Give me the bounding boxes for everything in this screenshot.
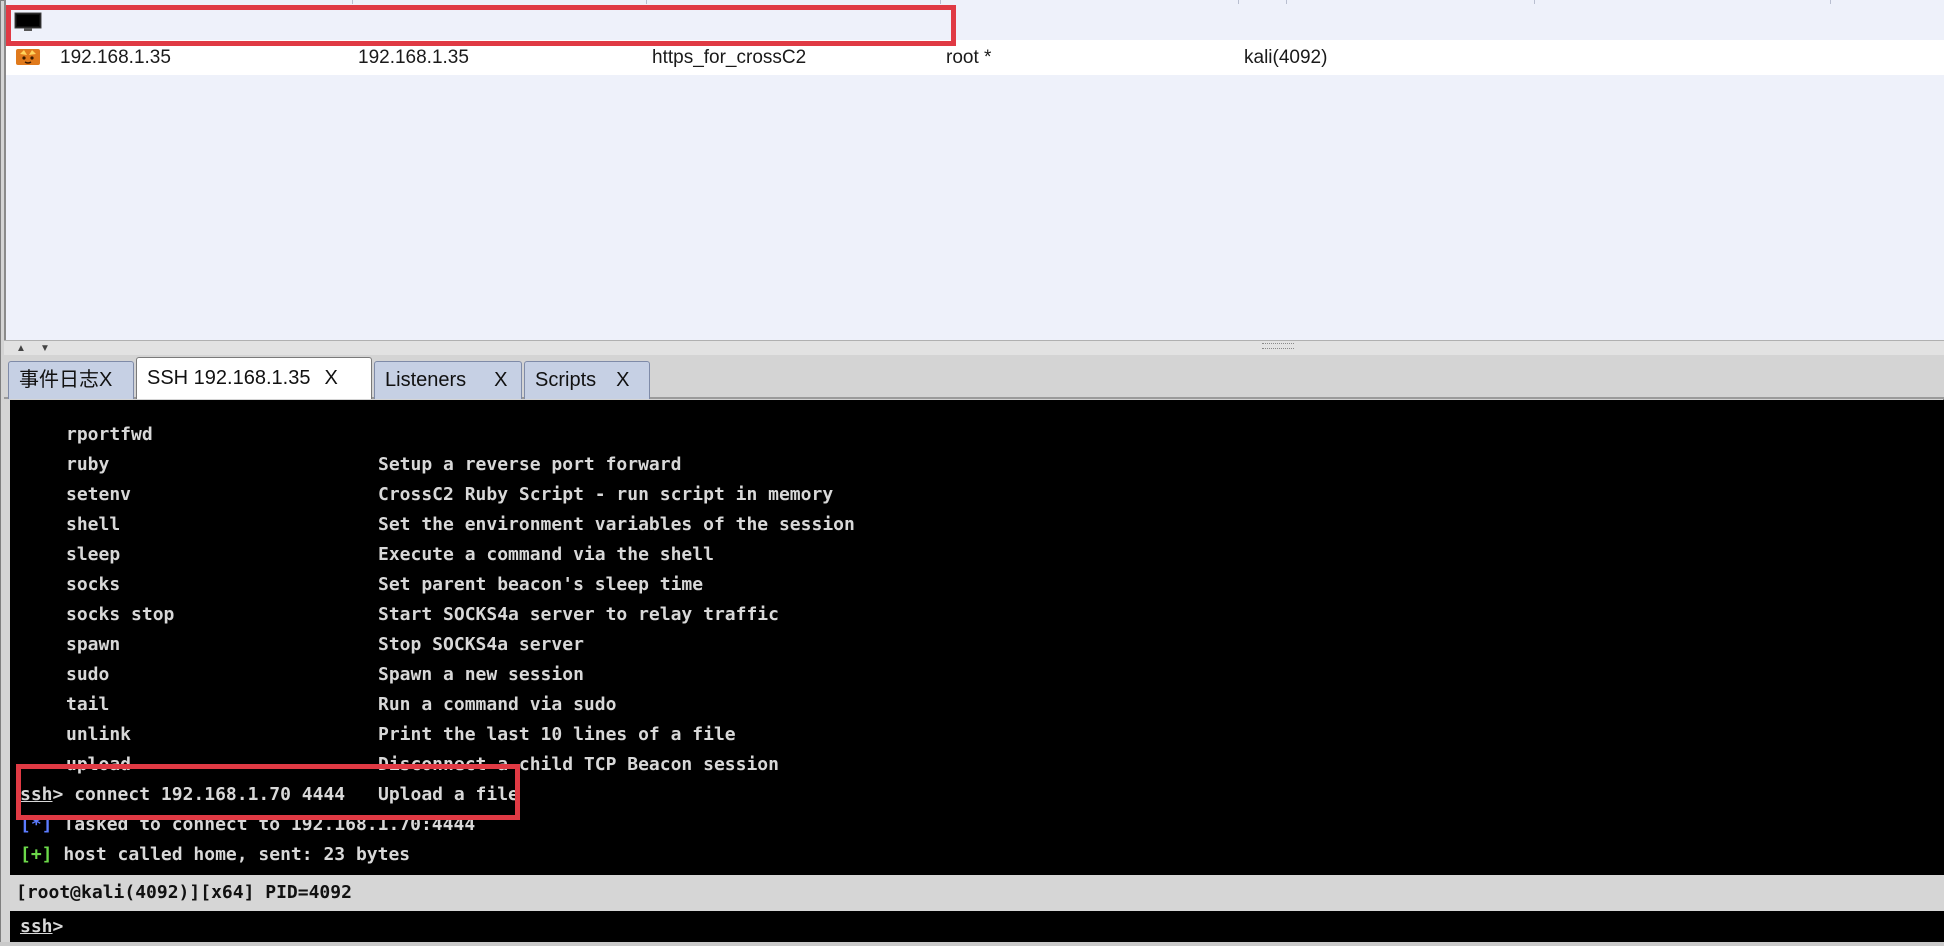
output-line: [*] Tasked to connect to 192.168.1.70:44… xyxy=(20,810,475,840)
help-description: Disconnect a child TCP Beacon session xyxy=(378,754,779,775)
panel-splitter[interactable]: ▲ ▼ xyxy=(4,340,1944,355)
tab-listeners[interactable]: Listeners X xyxy=(374,361,522,399)
tab-scripts[interactable]: Scripts X xyxy=(524,361,650,399)
help-row: setenv Set the environment variables of … xyxy=(10,450,855,535)
help-row: unlink Disconnect a child TCP Beacon ses… xyxy=(10,690,779,775)
column-separator[interactable] xyxy=(646,0,647,4)
column-separator[interactable] xyxy=(1534,0,1535,4)
output-line: [+] host called home, sent: 23 bytes xyxy=(20,840,410,870)
collapse-down-icon[interactable]: ▼ xyxy=(40,343,50,354)
help-description: Set the environment variables of the ses… xyxy=(378,514,855,535)
help-row: socks stop Stop SOCKS4a server xyxy=(10,570,584,655)
help-description: Start SOCKS4a server to relay traffic xyxy=(378,604,779,625)
tab-ssh-session[interactable]: SSH 192.168.1.35 X xyxy=(136,357,372,399)
prompt-label: ssh xyxy=(20,784,53,805)
help-row: shell Execute a command via the shell xyxy=(10,480,714,565)
entered-command: connect 192.168.1.70 4444 xyxy=(63,784,346,805)
session-status-bar: [root@kali(4092)][x64] PID=4092 xyxy=(10,875,1944,911)
console-output[interactable]: rportfwd Setup a reverse port forward ru… xyxy=(10,400,1944,875)
table-row[interactable]: 192.168.1.35 192.168.1.35 https_for_cros… xyxy=(6,40,1944,75)
column-separator[interactable] xyxy=(1286,0,1287,4)
tab-close-icon[interactable]: X xyxy=(494,369,507,391)
help-description: Run a command via sudo xyxy=(378,694,617,715)
tab-label: SSH 192.168.1.35 xyxy=(147,367,311,389)
cell-internal: 192.168.1.35 xyxy=(358,47,469,68)
column-separator[interactable] xyxy=(1238,0,1239,4)
help-command: tail xyxy=(66,694,110,715)
column-separator[interactable] xyxy=(940,0,941,4)
tab-label: Scripts xyxy=(535,369,597,391)
splitter-grip-icon[interactable] xyxy=(1262,343,1294,349)
status-text: [root@kali(4092)][x64] PID=4092 xyxy=(16,882,352,903)
help-command: socks xyxy=(66,574,121,595)
help-command: setenv xyxy=(66,484,132,505)
help-command: shell xyxy=(66,514,121,535)
help-row: sudo Run a command via sudo xyxy=(10,630,616,715)
tab-close-icon[interactable]: X xyxy=(99,369,112,391)
help-description: Setup a reverse port forward xyxy=(378,454,682,475)
help-description: Stop SOCKS4a server xyxy=(378,634,584,655)
column-separator[interactable] xyxy=(1830,0,1831,4)
help-command: spawn xyxy=(66,634,121,655)
command-input[interactable]: ssh> xyxy=(10,911,1944,942)
help-row: spawn Spawn a new session xyxy=(10,600,584,685)
help-command: socks stop xyxy=(66,604,175,625)
help-command: rportfwd xyxy=(66,424,153,445)
help-description: Set parent beacon's sleep time xyxy=(378,574,704,595)
help-description: Upload a file xyxy=(378,784,519,805)
window-bottom-edge xyxy=(0,942,1944,946)
help-command: ruby xyxy=(66,454,110,475)
monitor-icon xyxy=(14,11,44,33)
tab-label: 事件日志 xyxy=(19,369,99,391)
tab-event-log[interactable]: 事件日志X xyxy=(8,361,134,399)
cell-user: root * xyxy=(946,47,992,68)
help-row: rportfwd Setup a reverse port forward xyxy=(10,400,681,475)
help-row: upload Upload a file xyxy=(10,720,519,805)
input-prompt-separator: > xyxy=(52,916,64,937)
info-tag: [*] xyxy=(20,814,53,835)
column-separator[interactable] xyxy=(352,0,353,4)
help-command: sleep xyxy=(66,544,121,565)
fox-session-icon xyxy=(14,46,44,68)
help-description: Spawn a new session xyxy=(378,664,584,685)
tab-label: Listeners xyxy=(385,369,467,391)
input-prompt-label: ssh xyxy=(20,916,53,937)
tab-close-icon[interactable]: X xyxy=(324,367,337,389)
success-tag: [+] xyxy=(20,844,53,865)
output-text: Tasked to connect to 192.168.1.70:4444 xyxy=(52,814,476,835)
help-description: Execute a command via the shell xyxy=(378,544,714,565)
cell-external: 192.168.1.35 xyxy=(60,47,171,68)
tab-close-icon[interactable]: X xyxy=(616,369,629,391)
help-row: tail Print the last 10 lines of a file xyxy=(10,660,736,745)
help-row: sleep Set parent beacon's sleep time xyxy=(10,510,703,595)
help-command: unlink xyxy=(66,724,132,745)
cell-process: kali(4092) xyxy=(1244,47,1328,68)
help-command: upload xyxy=(66,754,132,775)
command-echo: ssh> connect 192.168.1.70 4444 xyxy=(20,780,345,810)
cell-listener: https_for_crossC2 xyxy=(652,47,807,68)
prompt-separator: > xyxy=(52,784,64,805)
output-text: host called home, sent: 23 bytes xyxy=(52,844,411,865)
table-header[interactable] xyxy=(6,0,1944,4)
help-description: Print the last 10 lines of a file xyxy=(378,724,736,745)
collapse-up-icon[interactable]: ▲ xyxy=(16,343,26,354)
help-row: ruby CrossC2 Ruby Script - run script in… xyxy=(10,420,833,505)
help-row: socks Start SOCKS4a server to relay traf… xyxy=(10,540,779,625)
tab-bar: 事件日志X SSH 192.168.1.35 X Listeners X Scrip… xyxy=(4,355,1944,399)
help-description: CrossC2 Ruby Script - run script in memo… xyxy=(378,484,834,505)
sessions-table[interactable]: 192.168.1.35 192.168.1.35 https_for_cros… xyxy=(4,0,1944,340)
table-row[interactable] xyxy=(6,5,1944,40)
help-command: sudo xyxy=(66,664,110,685)
